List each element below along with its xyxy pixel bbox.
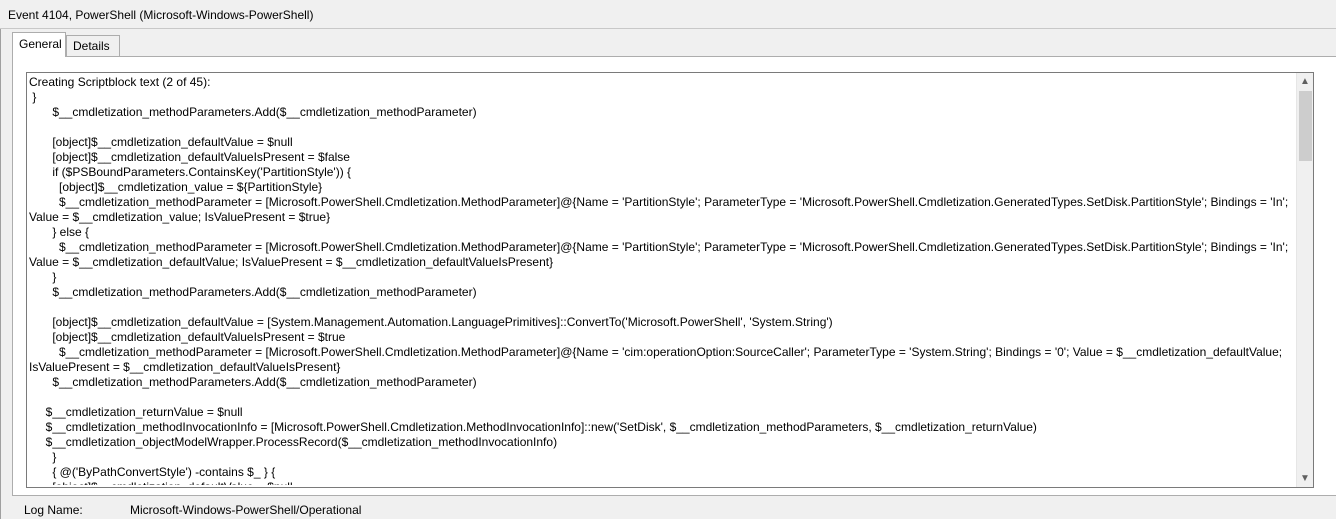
scroll-down-icon[interactable]: ▼	[1297, 470, 1313, 487]
tab-general-label: General	[19, 37, 62, 51]
event-text-line: Creating Scriptblock text (2 of 45):	[29, 75, 211, 89]
log-name-value: Microsoft-Windows-PowerShell/Operational	[130, 503, 362, 517]
event-text-line: $__cmdletization_methodParameters.Add($_…	[29, 285, 477, 299]
tab-general[interactable]: General	[12, 32, 66, 57]
log-name-label: Log Name:	[24, 503, 83, 517]
scrollbar-thumb[interactable]	[1299, 91, 1312, 161]
event-text-line: $__cmdletization_objectModelWrapper.Proc…	[29, 435, 558, 449]
event-text-line	[29, 300, 1295, 315]
tab-details[interactable]: Details	[66, 35, 120, 56]
event-text-line: } else {	[29, 225, 90, 239]
event-text-line	[29, 390, 1295, 405]
event-text-line: $__cmdletization_returnValue = $null	[29, 405, 243, 419]
window-title: Event 4104, PowerShell (Microsoft-Window…	[8, 8, 314, 22]
event-text-line: }	[29, 270, 57, 284]
event-text-line: }	[29, 90, 37, 104]
event-text-line: [object]$__cmdletization_value = ${Parti…	[29, 180, 323, 194]
event-text-line: $__cmdletization_methodParameter = [Micr…	[29, 345, 1283, 359]
event-text-line: Value = $__cmdletization_value; IsValueP…	[29, 210, 331, 224]
event-text-line: $__cmdletization_methodParameters.Add($_…	[29, 105, 477, 119]
title-bar: Event 4104, PowerShell (Microsoft-Window…	[0, 0, 1336, 29]
event-text-line: $__cmdletization_methodParameter = [Micr…	[29, 195, 1289, 209]
event-description-textbox[interactable]: Creating Scriptblock text (2 of 45): } $…	[26, 72, 1314, 488]
tab-details-label: Details	[73, 39, 110, 53]
event-text-line: $__cmdletization_methodInvocationInfo = …	[29, 420, 1037, 434]
event-text-line: [object]$__cmdletization_defaultValue = …	[29, 480, 1295, 485]
event-description-text[interactable]: Creating Scriptblock text (2 of 45): } $…	[29, 75, 1295, 485]
event-text-line: IsValuePresent = $__cmdletization_defaul…	[29, 360, 341, 374]
event-text-line: }	[29, 450, 57, 464]
event-text-line: { @('ByPathConvertStyle') -contains $_ }…	[29, 465, 276, 479]
event-text-line: $__cmdletization_methodParameters.Add($_…	[29, 375, 477, 389]
window-border	[0, 0, 1, 519]
vertical-scrollbar[interactable]: ▲ ▼	[1296, 73, 1313, 487]
event-text-line: [object]$__cmdletization_defaultValueIsP…	[29, 330, 346, 344]
event-text-line: [object]$__cmdletization_defaultValue = …	[29, 315, 833, 329]
event-text-line	[29, 120, 1295, 135]
scroll-up-icon[interactable]: ▲	[1297, 73, 1313, 90]
event-text-line: if ($PSBoundParameters.ContainsKey('Part…	[29, 165, 352, 179]
event-text-line: Value = $__cmdletization_defaultValue; I…	[29, 255, 554, 269]
event-text-line: [object]$__cmdletization_defaultValue = …	[29, 135, 293, 149]
event-text-line: [object]$__cmdletization_defaultValueIsP…	[29, 150, 350, 164]
event-text-line: $__cmdletization_methodParameter = [Micr…	[29, 240, 1289, 254]
